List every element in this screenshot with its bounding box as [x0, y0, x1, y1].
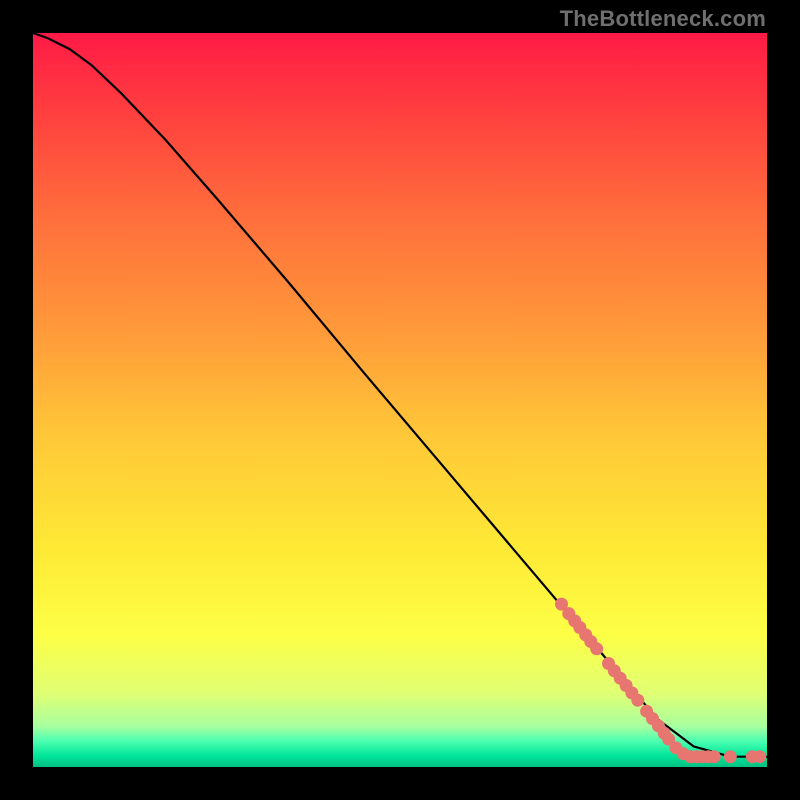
highlight-point	[753, 750, 766, 763]
chart-svg	[33, 33, 767, 767]
highlight-point	[708, 750, 721, 763]
watermark-text: TheBottleneck.com	[560, 6, 766, 32]
highlight-point	[631, 694, 644, 707]
plot-area	[33, 33, 767, 767]
highlight-point	[724, 750, 737, 763]
main-curve	[33, 33, 767, 757]
highlight-point	[590, 642, 603, 655]
highlight-points-group	[555, 598, 766, 764]
